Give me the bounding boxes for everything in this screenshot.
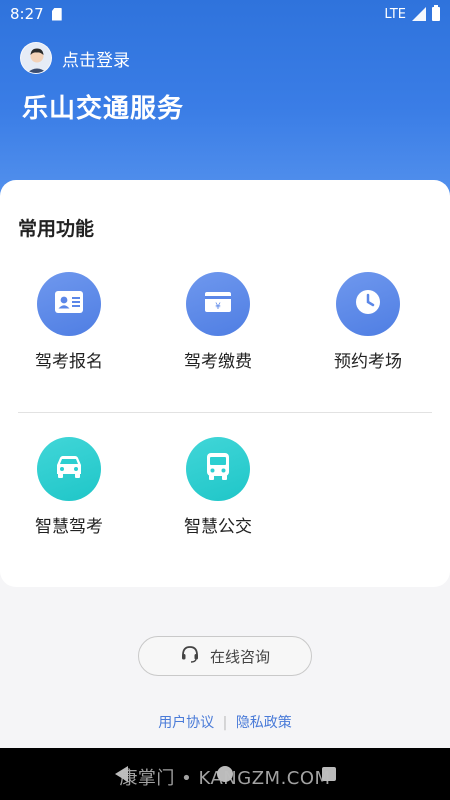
status-bar: 8:27 LTE [0,0,450,28]
privacy-policy-link[interactable]: 隐私政策 [236,715,292,731]
login-link[interactable]: 点击登录 [62,46,130,71]
user-agreement-link[interactable]: 用户协议 [158,715,214,731]
payment-card-icon: ¥ [204,290,232,318]
func-driving-exam-payment[interactable]: ¥ 驾考缴费 [143,272,293,372]
back-icon[interactable] [114,766,128,782]
headset-icon [180,644,200,668]
func-driving-exam-signup[interactable]: 驾考报名 [0,272,144,372]
footer-links: 用户协议 | 隐私政策 [0,712,450,732]
sd-card-icon [51,7,62,21]
car-icon [53,454,85,484]
home-icon[interactable] [216,766,233,782]
func-label: 智慧驾考 [35,517,103,537]
clock-icon [354,288,382,320]
page-title: 乐山交通服务 [22,94,185,124]
status-time: 8:27 [10,5,44,23]
divider [18,412,432,413]
section-title: 常用功能 [18,218,95,240]
battery-icon [432,5,440,21]
login-entry[interactable]: 点击登录 [20,42,130,74]
func-book-exam-venue[interactable]: 预约考场 [293,272,443,372]
network-type: LTE [384,6,406,22]
func-label: 预约考场 [334,352,402,372]
id-card-icon [54,290,84,318]
func-label: 智慧公交 [184,517,252,537]
bus-icon [205,452,231,486]
svg-text:¥: ¥ [215,302,221,312]
func-label: 驾考缴费 [184,352,252,372]
online-consult-button[interactable]: 在线咨询 [138,636,312,676]
func-smart-bus[interactable]: 智慧公交 [143,437,293,537]
func-label: 驾考报名 [35,352,103,372]
functions-card: 常用功能 驾考报名 ¥ 驾考缴费 预约考场 智慧驾考 智慧公交 [0,180,450,587]
consult-label: 在线咨询 [209,647,270,666]
recent-apps-icon[interactable] [321,767,336,781]
func-smart-driving-exam[interactable]: 智慧驾考 [0,437,144,537]
system-nav-bar [0,748,450,800]
link-separator: | [222,715,228,731]
signal-icon [412,7,426,21]
avatar[interactable] [20,42,52,74]
